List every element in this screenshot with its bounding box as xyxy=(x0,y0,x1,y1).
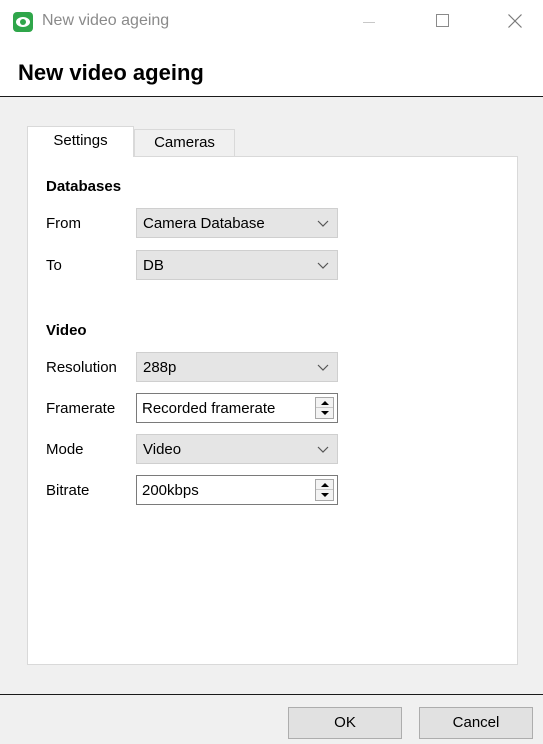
minimize-button[interactable] xyxy=(346,0,392,44)
framerate-spin-arrows xyxy=(315,397,334,419)
maximize-icon xyxy=(436,14,449,27)
bitrate-spinbox[interactable]: 200kbps xyxy=(136,475,338,505)
framerate-value: Recorded framerate xyxy=(142,400,276,417)
chevron-down-icon xyxy=(317,262,329,269)
arrow-down-icon xyxy=(321,411,329,415)
from-label: From xyxy=(46,215,81,232)
spin-up-button[interactable] xyxy=(316,480,333,490)
mode-select[interactable]: Video xyxy=(136,434,338,464)
bitrate-value: 200kbps xyxy=(142,482,199,499)
to-label: To xyxy=(46,257,62,274)
settings-panel: Databases From Camera Database To DB Vid… xyxy=(27,156,518,665)
tab-cameras[interactable]: Cameras xyxy=(134,129,235,157)
arrow-down-icon xyxy=(321,493,329,497)
title-bar: New video ageing xyxy=(0,0,543,44)
spin-down-button[interactable] xyxy=(316,490,333,500)
spin-up-button[interactable] xyxy=(316,398,333,408)
chevron-down-icon xyxy=(317,364,329,371)
bitrate-spin-arrows xyxy=(315,479,334,501)
close-icon xyxy=(508,14,522,28)
ok-button[interactable]: OK xyxy=(288,707,402,739)
from-database-value: Camera Database xyxy=(143,215,265,232)
databases-group-title: Databases xyxy=(46,178,122,195)
dialog-content: Settings Cameras Databases From Camera D… xyxy=(0,97,543,694)
to-database-value: DB xyxy=(143,257,164,274)
framerate-label: Framerate xyxy=(46,400,116,417)
chevron-down-icon xyxy=(317,220,329,227)
resolution-label: Resolution xyxy=(46,359,117,376)
page-title: New video ageing xyxy=(18,60,204,85)
from-database-select[interactable]: Camera Database xyxy=(136,208,338,238)
bitrate-label: Bitrate xyxy=(46,482,90,499)
spin-down-button[interactable] xyxy=(316,408,333,418)
window-title: New video ageing xyxy=(42,12,170,29)
dialog-footer: OK Cancel xyxy=(0,695,543,744)
maximize-button[interactable] xyxy=(418,0,464,44)
close-button[interactable] xyxy=(490,0,536,44)
mode-label: Mode xyxy=(46,441,84,458)
resolution-value: 288p xyxy=(143,359,177,376)
chevron-down-icon xyxy=(317,446,329,453)
framerate-spinbox[interactable]: Recorded framerate xyxy=(136,393,338,423)
minimize-icon xyxy=(363,22,375,23)
mode-value: Video xyxy=(143,441,182,458)
resolution-select[interactable]: 288p xyxy=(136,352,338,382)
to-database-select[interactable]: DB xyxy=(136,250,338,280)
arrow-up-icon xyxy=(321,401,329,405)
cancel-button[interactable]: Cancel xyxy=(419,707,533,739)
video-group-title: Video xyxy=(46,322,87,339)
tab-settings[interactable]: Settings xyxy=(27,126,134,157)
eye-icon xyxy=(13,12,33,32)
arrow-up-icon xyxy=(321,483,329,487)
